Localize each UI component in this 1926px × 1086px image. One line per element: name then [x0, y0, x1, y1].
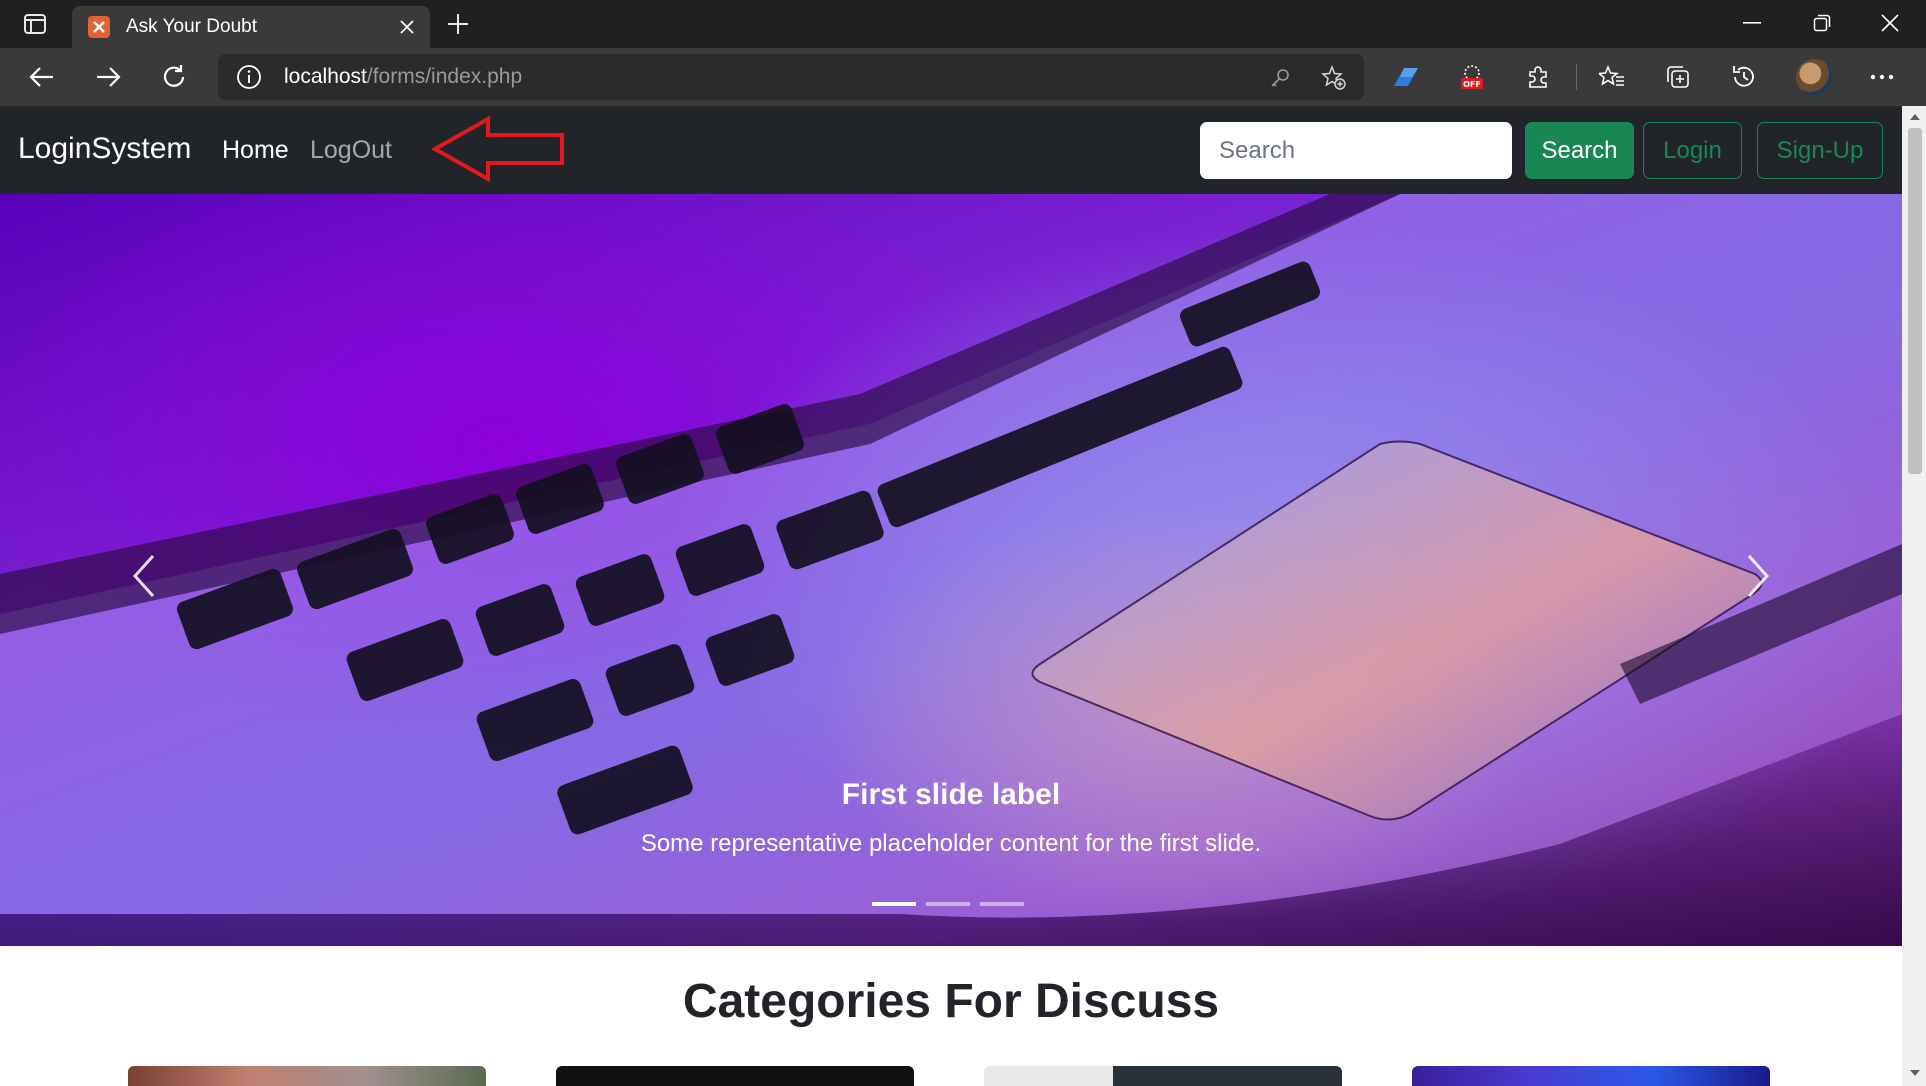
page-scrollbar[interactable]: [1902, 106, 1926, 1086]
collections-icon[interactable]: [1658, 57, 1698, 97]
tab-title: Ask Your Doubt: [126, 16, 257, 37]
more-options-icon[interactable]: [1862, 57, 1902, 97]
browser-titlebar: Ask Your Doubt: [0, 0, 1926, 48]
scroll-up-icon[interactable]: [1908, 110, 1922, 124]
brand-link[interactable]: LoginSystem: [18, 132, 191, 166]
carousel-prev-button[interactable]: [114, 546, 174, 606]
carousel-indicator-2[interactable]: [926, 902, 970, 906]
extensions-puzzle-icon[interactable]: [1518, 57, 1558, 97]
restore-icon[interactable]: [1788, 0, 1856, 46]
carousel-indicator-3[interactable]: [980, 902, 1024, 906]
tab-close-icon[interactable]: [392, 12, 422, 42]
tab-actions-button[interactable]: [14, 8, 56, 40]
minimize-icon[interactable]: [1718, 0, 1786, 46]
site-navbar: LoginSystem Home LogOut Search Login Sig…: [0, 106, 1902, 194]
carousel-indicators: [872, 902, 1024, 906]
adblock-off-icon[interactable]: OFF: [1452, 57, 1492, 97]
web-page: LoginSystem Home LogOut Search Login Sig…: [0, 106, 1926, 1086]
tab-actions-icon: [24, 14, 46, 34]
categories-heading: Categories For Discuss: [682, 975, 1220, 1028]
chevron-left-icon: [132, 554, 155, 598]
category-card-image[interactable]: [984, 1066, 1342, 1086]
signup-button[interactable]: Sign-Up: [1757, 122, 1883, 179]
category-card-image[interactable]: [128, 1066, 486, 1086]
login-button[interactable]: Login: [1643, 122, 1742, 179]
scroll-down-icon[interactable]: [1908, 1066, 1922, 1080]
carousel-next-button[interactable]: [1728, 546, 1788, 606]
chevron-right-icon: [1747, 554, 1770, 598]
slide-caption-title: First slide label: [841, 778, 1061, 811]
favorites-icon[interactable]: [1592, 57, 1632, 97]
toolbar-separator: [1576, 64, 1577, 90]
history-icon[interactable]: [1724, 57, 1764, 97]
forward-icon[interactable]: [88, 57, 128, 97]
url-text: localhost/forms/index.php: [284, 65, 522, 89]
back-icon[interactable]: [22, 57, 62, 97]
site-info-icon[interactable]: [234, 62, 264, 92]
refresh-icon[interactable]: [154, 57, 194, 97]
carousel-indicator-1[interactable]: [872, 902, 916, 906]
nav-home-link[interactable]: Home: [222, 136, 289, 165]
search-button[interactable]: Search: [1525, 122, 1634, 179]
close-window-icon[interactable]: [1856, 0, 1924, 46]
annotation-arrow-icon: [432, 116, 564, 182]
profile-avatar[interactable]: [1796, 59, 1832, 95]
scrollbar-thumb[interactable]: [1908, 128, 1922, 474]
slide-caption-text: Some representative placeholder content …: [640, 830, 1262, 857]
new-tab-icon[interactable]: [442, 8, 474, 40]
extension-arrow-icon[interactable]: [1386, 57, 1426, 97]
password-key-icon[interactable]: [1264, 62, 1296, 94]
browser-toolbar: localhost/forms/index.php OFF: [0, 48, 1926, 106]
add-favorite-icon[interactable]: [1318, 62, 1350, 94]
nav-logout-link[interactable]: LogOut: [310, 136, 392, 165]
category-card-image[interactable]: [556, 1066, 914, 1086]
xampp-favicon-icon: [88, 16, 110, 38]
url-host: localhost: [284, 65, 367, 88]
hero-carousel: First slide label Some representative pl…: [0, 194, 1902, 946]
category-card-image[interactable]: [1412, 1066, 1770, 1086]
browser-tab[interactable]: Ask Your Doubt: [72, 6, 430, 48]
address-bar[interactable]: localhost/forms/index.php: [218, 54, 1364, 100]
search-input[interactable]: [1200, 122, 1512, 179]
url-path: /forms/index.php: [366, 65, 523, 88]
svg-text:OFF: OFF: [1463, 80, 1481, 89]
